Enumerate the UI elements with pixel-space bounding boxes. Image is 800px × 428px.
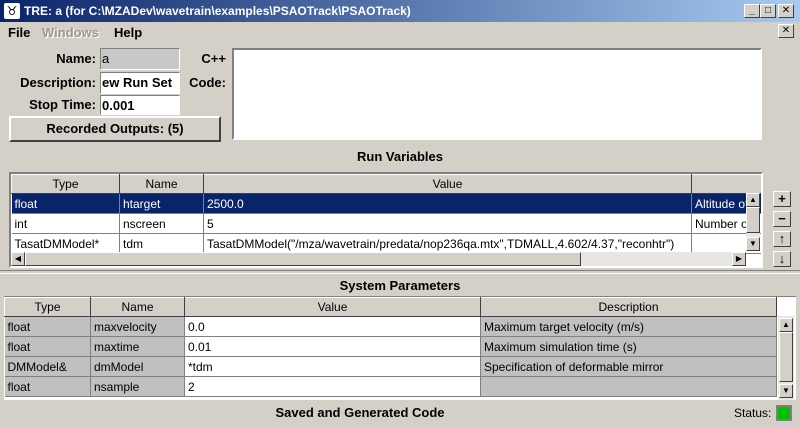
system-parameters-title: System Parameters bbox=[339, 278, 461, 293]
section-divider[interactable] bbox=[0, 270, 800, 274]
cell-value[interactable]: 0.0 bbox=[184, 316, 481, 337]
system-parameters-table: Type Name Value Description float maxvel… bbox=[4, 297, 777, 397]
cell-type: float bbox=[4, 336, 91, 357]
cell-name: maxvelocity bbox=[90, 316, 185, 337]
column-header-value[interactable]: Value bbox=[184, 297, 481, 317]
title-bar[interactable]: ♉ TRE: a (for C:\MZADev\wavetrain\exampl… bbox=[0, 0, 800, 22]
run-variables-title: Run Variables bbox=[357, 149, 443, 164]
cell-value[interactable]: *tdm bbox=[184, 356, 481, 377]
system-parameters-table-container: Type Name Value Description float maxvel… bbox=[4, 296, 796, 400]
cell-name[interactable]: tdm bbox=[119, 233, 204, 254]
cell-type[interactable]: int bbox=[11, 213, 120, 234]
cell-description: Maximum target velocity (m/s) bbox=[480, 316, 777, 337]
cell-name: maxtime bbox=[90, 336, 185, 357]
scroll-left-icon[interactable]: ◀ bbox=[11, 252, 25, 266]
table-row[interactable]: float nsample 2 bbox=[4, 376, 777, 397]
stop-time-field[interactable]: 0.001 bbox=[100, 95, 180, 115]
cell-name[interactable]: nscreen bbox=[119, 213, 204, 234]
status-indicator-icon bbox=[776, 405, 792, 421]
menu-windows[interactable]: Windows bbox=[42, 25, 99, 40]
cell-name[interactable]: htarget bbox=[119, 193, 204, 214]
cpp-code-textarea[interactable] bbox=[232, 48, 762, 140]
recorded-outputs-button[interactable]: Recorded Outputs: (5) bbox=[9, 116, 221, 142]
cell-description bbox=[480, 376, 777, 397]
maximize-button[interactable]: □ bbox=[760, 4, 776, 18]
cell-description: Specification of deformable mirror bbox=[480, 356, 777, 377]
app-icon: ♉ bbox=[4, 3, 20, 19]
cell-value[interactable]: 0.01 bbox=[184, 336, 481, 357]
table-row[interactable]: int nscreen 5 Number of bbox=[11, 213, 761, 234]
run-variables-table: Type Name Value float htarget 2500.0 Alt… bbox=[11, 174, 761, 254]
window-title: TRE: a (for C:\MZADev\wavetrain\examples… bbox=[24, 4, 411, 18]
menu-help[interactable]: Help bbox=[114, 25, 142, 40]
run-variables-vscrollbar[interactable]: ▲ ▼ bbox=[746, 193, 760, 251]
system-parameters-vscrollbar[interactable]: ▲ ▼ bbox=[778, 316, 794, 400]
cell-type: float bbox=[4, 316, 91, 337]
run-variables-hscrollbar[interactable]: ◀ ▶ bbox=[11, 252, 746, 266]
move-up-button[interactable]: ↑ bbox=[773, 231, 791, 247]
cell-value[interactable]: TasatDMModel("/mza/wavetrain/predata/nop… bbox=[203, 233, 692, 254]
cell-name: nsample bbox=[90, 376, 185, 397]
move-down-button[interactable]: ↓ bbox=[773, 251, 791, 267]
scroll-thumb[interactable] bbox=[746, 207, 760, 233]
saved-generated-code-title: Saved and Generated Code bbox=[275, 405, 445, 420]
cell-type: float bbox=[4, 376, 91, 397]
cell-type[interactable]: TasatDMModel* bbox=[11, 233, 120, 254]
code-label: Code: bbox=[189, 75, 226, 90]
status-label: Status: bbox=[734, 406, 772, 420]
close-button[interactable]: ✕ bbox=[778, 4, 794, 18]
column-header-value[interactable]: Value bbox=[203, 174, 692, 194]
column-header-description[interactable] bbox=[691, 174, 761, 194]
add-row-button[interactable]: + bbox=[773, 191, 791, 207]
cell-type[interactable]: float bbox=[11, 193, 120, 214]
column-header-type[interactable]: Type bbox=[4, 297, 91, 317]
table-row[interactable]: TasatDMModel* tdm TasatDMModel("/mza/wav… bbox=[11, 233, 761, 254]
column-header-type[interactable]: Type bbox=[11, 174, 120, 194]
scroll-up-icon[interactable]: ▲ bbox=[746, 193, 760, 207]
scroll-thumb[interactable] bbox=[25, 252, 581, 266]
menu-bar: File Windows Help bbox=[0, 22, 800, 42]
scroll-down-icon[interactable]: ▼ bbox=[779, 384, 793, 398]
cell-value[interactable]: 2500.0 bbox=[203, 193, 692, 214]
column-header-description[interactable]: Description bbox=[480, 297, 777, 317]
table-row[interactable]: float maxtime 0.01 Maximum simulation ti… bbox=[4, 336, 777, 357]
column-header-name[interactable]: Name bbox=[119, 174, 204, 194]
cell-value[interactable]: 5 bbox=[203, 213, 692, 234]
remove-row-button[interactable]: − bbox=[773, 211, 791, 227]
scroll-right-icon[interactable]: ▶ bbox=[732, 252, 746, 266]
table-row[interactable]: float maxvelocity 0.0 Maximum target vel… bbox=[4, 316, 777, 337]
name-label: Name: bbox=[56, 51, 96, 66]
description-label: Description: bbox=[20, 75, 96, 90]
mdi-close-button[interactable]: ✕ bbox=[778, 24, 794, 38]
cell-name: dmModel bbox=[90, 356, 185, 377]
cpp-label: C++ bbox=[201, 51, 226, 66]
minimize-button[interactable]: _ bbox=[744, 4, 760, 18]
scroll-up-icon[interactable]: ▲ bbox=[779, 318, 793, 332]
menu-file[interactable]: File bbox=[8, 25, 30, 40]
scroll-down-icon[interactable]: ▼ bbox=[746, 237, 760, 251]
table-row[interactable]: DMModel& dmModel *tdm Specification of d… bbox=[4, 356, 777, 377]
name-field[interactable]: a bbox=[100, 48, 180, 70]
cell-description: Maximum simulation time (s) bbox=[480, 336, 777, 357]
column-header-name[interactable]: Name bbox=[90, 297, 185, 317]
cell-type: DMModel& bbox=[4, 356, 91, 377]
table-row[interactable]: float htarget 2500.0 Altitude of bbox=[11, 193, 761, 214]
description-field[interactable]: ew Run Set bbox=[100, 72, 180, 94]
cell-value[interactable]: 2 bbox=[184, 376, 481, 397]
scroll-thumb[interactable] bbox=[779, 332, 793, 382]
stop-time-label: Stop Time: bbox=[29, 97, 96, 112]
